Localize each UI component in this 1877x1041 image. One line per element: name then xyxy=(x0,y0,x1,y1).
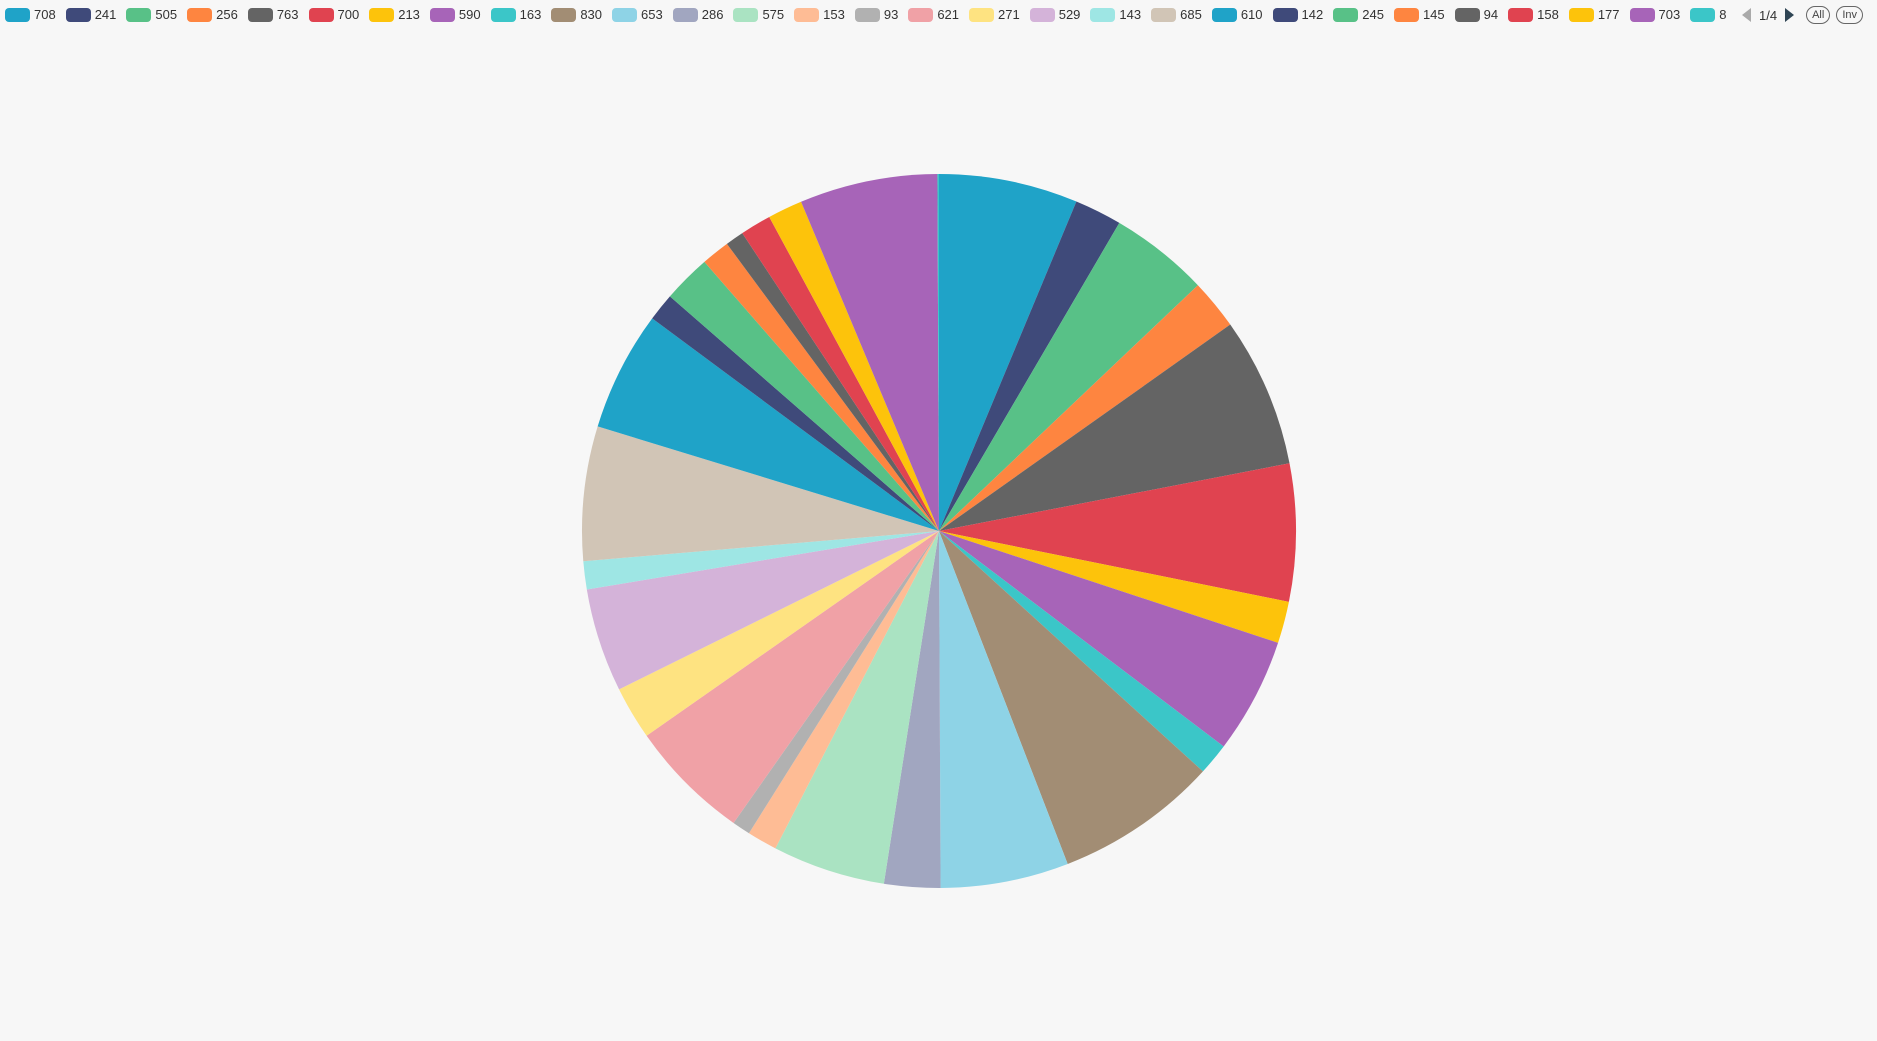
legend-swatch xyxy=(1333,7,1359,22)
legend-swatch xyxy=(1151,7,1177,22)
legend-label: 241 xyxy=(94,7,117,22)
legend-label: 685 xyxy=(1180,7,1202,22)
legend-item[interactable]: 271 xyxy=(969,6,1020,24)
legend-label: 610 xyxy=(1240,7,1263,22)
legend-item[interactable]: 529 xyxy=(1029,6,1081,24)
legend-label: 830 xyxy=(580,7,603,22)
legend-swatch xyxy=(308,7,334,22)
legend-label: 94 xyxy=(1483,7,1499,22)
legend-select-all-button[interactable]: All xyxy=(1806,6,1831,24)
legend-label: 621 xyxy=(937,7,960,22)
legend-label: 93 xyxy=(883,7,899,22)
legend-swatch xyxy=(1454,7,1480,22)
legend-swatch xyxy=(794,7,820,22)
legend-label: 505 xyxy=(155,7,178,22)
legend-inverse-button[interactable]: Inv xyxy=(1836,6,1863,24)
legend-label: 575 xyxy=(762,7,785,22)
legend-swatch xyxy=(854,7,880,22)
legend-page-indicator: 1/4 xyxy=(1759,7,1778,23)
legend-swatch xyxy=(1690,7,1716,22)
legend-item[interactable]: 700 xyxy=(308,6,360,24)
legend-swatch xyxy=(1393,7,1419,22)
legend-items: 708 241 505 256 763 700 213 590 163 830 653 286 575 1… xyxy=(5,6,1733,24)
legend-swatch xyxy=(908,7,934,22)
legend-item[interactable]: 93 xyxy=(854,6,899,24)
legend-swatch xyxy=(126,7,152,22)
legend-label: 145 xyxy=(1422,7,1445,22)
legend-item[interactable]: 145 xyxy=(1393,6,1445,24)
legend-item[interactable]: 830 xyxy=(551,6,602,24)
legend-item[interactable]: 94 xyxy=(1454,6,1499,24)
legend-label: 763 xyxy=(276,7,299,22)
legend-item[interactable]: 653 xyxy=(612,6,663,24)
legend-swatch xyxy=(1568,7,1594,22)
legend-label: 708 xyxy=(34,7,56,22)
legend-item[interactable]: 575 xyxy=(733,6,784,24)
legend-label: 153 xyxy=(823,7,845,22)
legend-swatch xyxy=(612,7,638,22)
legend-item[interactable]: 241 xyxy=(65,6,117,24)
legend-item[interactable]: 685 xyxy=(1151,6,1202,24)
legend-item[interactable]: 158 xyxy=(1508,6,1559,24)
legend-item[interactable]: 590 xyxy=(429,6,481,24)
legend-item[interactable]: 763 xyxy=(247,6,299,24)
legend-swatch xyxy=(1508,7,1534,22)
legend-item[interactable]: 142 xyxy=(1272,6,1324,24)
legend-swatch xyxy=(733,7,759,22)
legend-label: 177 xyxy=(1597,7,1620,22)
legend-item[interactable]: 703 xyxy=(1629,6,1681,24)
legend-swatch xyxy=(369,7,395,22)
pie-chart xyxy=(582,174,1297,888)
legend-item[interactable]: 143 xyxy=(1090,6,1141,24)
legend-label: 703 xyxy=(1658,7,1681,22)
legend-item[interactable]: 213 xyxy=(369,6,420,24)
legend-next-icon[interactable] xyxy=(1785,8,1795,22)
legend-swatch xyxy=(672,7,698,22)
legend-item[interactable]: 708 xyxy=(5,6,56,24)
legend-label: 653 xyxy=(641,7,663,22)
legend-label: 700 xyxy=(337,7,360,22)
legend-label: 143 xyxy=(1119,7,1142,22)
legend-swatch xyxy=(1211,7,1237,22)
legend-label: 8 xyxy=(1719,7,1727,22)
legend-swatch xyxy=(247,7,273,22)
legend-label: 163 xyxy=(519,7,542,22)
legend-label: 142 xyxy=(1301,7,1324,22)
legend-swatch xyxy=(1272,7,1298,22)
legend-swatch xyxy=(1629,7,1655,22)
legend-prev-icon[interactable] xyxy=(1742,8,1751,22)
legend-item[interactable]: 256 xyxy=(187,6,238,24)
legend-item[interactable]: 286 xyxy=(672,6,724,24)
legend-item[interactable]: 153 xyxy=(794,6,845,24)
legend-item[interactable]: 245 xyxy=(1333,6,1384,24)
legend-item[interactable]: 610 xyxy=(1211,6,1263,24)
legend-swatch xyxy=(5,7,30,22)
legend-item[interactable]: 505 xyxy=(126,6,177,24)
legend-label: 271 xyxy=(998,7,1020,22)
legend-swatch xyxy=(1029,7,1055,22)
legend-label: 213 xyxy=(398,7,420,22)
legend-label: 256 xyxy=(216,7,238,22)
legend-swatch xyxy=(490,7,516,22)
legend-label: 158 xyxy=(1537,7,1559,22)
legend-item[interactable]: 163 xyxy=(490,6,542,24)
legend-item[interactable]: 177 xyxy=(1568,6,1620,24)
legend-label: 245 xyxy=(1362,7,1384,22)
legend-label: 590 xyxy=(458,7,481,22)
legend-swatch xyxy=(187,7,213,22)
legend-label: 286 xyxy=(701,7,724,22)
legend-swatch xyxy=(65,7,91,22)
legend-item[interactable]: 8 xyxy=(1690,6,1726,24)
legend-item[interactable]: 621 xyxy=(908,6,959,24)
legend-swatch xyxy=(551,7,577,22)
legend-swatch xyxy=(1090,7,1116,22)
legend-swatch xyxy=(429,7,455,22)
legend: 708 241 505 256 763 700 213 590 163 830 653 286 575 1… xyxy=(0,0,1877,30)
legend-swatch xyxy=(969,7,995,22)
legend-label: 529 xyxy=(1058,7,1081,22)
legend-pager: 1/4 All Inv xyxy=(1742,4,1869,26)
